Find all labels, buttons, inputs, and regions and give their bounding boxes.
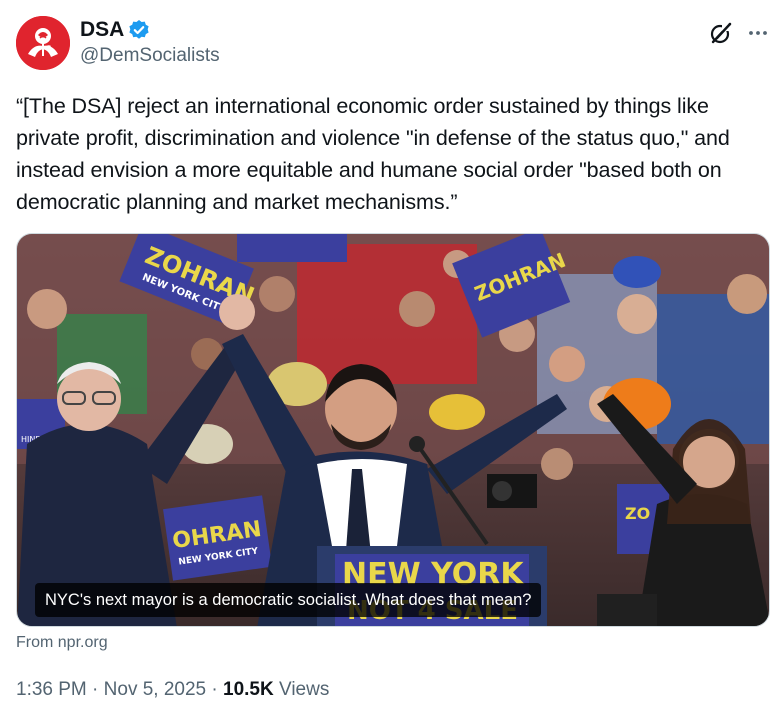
link-source[interactable]: From npr.org: [16, 633, 108, 653]
meta-separator: ·: [92, 679, 99, 700]
author-name-row[interactable]: DSA: [80, 18, 150, 42]
grok-slash-circle-icon[interactable]: [708, 20, 734, 46]
rally-photo: ZOHRAN NEW YORK CITY ZOHRAN HINDUS OHRAN…: [17, 234, 769, 626]
tweet-meta: 1:36 PM · Nov 5, 2025 · 10.5K Views: [16, 678, 329, 702]
link-card-media[interactable]: ZOHRAN NEW YORK CITY ZOHRAN HINDUS OHRAN…: [16, 233, 770, 627]
meta-separator: ·: [211, 679, 218, 700]
author-handle[interactable]: @DemSocialists: [80, 45, 220, 67]
tweet-time[interactable]: 1:36 PM: [16, 679, 87, 700]
avatar[interactable]: [16, 16, 70, 70]
author-display-name[interactable]: DSA: [80, 18, 124, 42]
views-count[interactable]: 10.5K: [223, 679, 274, 700]
more-horizontal-icon[interactable]: [747, 22, 769, 44]
tweet-card[interactable]: DSA @DemSocialists “[The DSA] reject an …: [0, 0, 784, 712]
views-label: Views: [279, 679, 330, 700]
tweet-date[interactable]: Nov 5, 2025: [104, 679, 206, 700]
svg-text:ZO: ZO: [625, 504, 650, 523]
media-caption: NYC's next mayor is a democratic sociali…: [35, 583, 542, 617]
verified-badge-icon[interactable]: [128, 19, 150, 41]
dsa-rose-logo-icon: [16, 16, 70, 70]
tweet-text: “[The DSA] reject an international econo…: [16, 94, 730, 214]
